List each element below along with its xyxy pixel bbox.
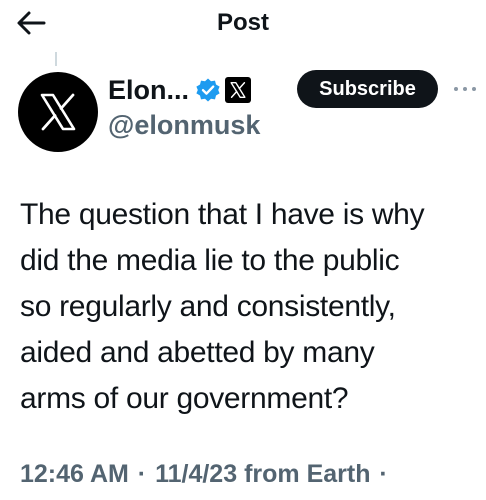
tweet-source: from Earth xyxy=(244,460,371,488)
subscribe-button[interactable]: Subscribe xyxy=(297,70,438,108)
avatar[interactable] xyxy=(18,72,98,152)
user-handle[interactable]: @elonmusk xyxy=(108,108,260,142)
page-title: Post xyxy=(216,9,269,36)
tweet-text-line: so regularly and consistently, xyxy=(20,290,396,323)
tweet-date[interactable]: 11/4/23 xyxy=(155,460,237,488)
author-name-row: Elon... xyxy=(108,72,251,108)
thread-connector-line xyxy=(55,52,57,66)
tweet-text-line: The question that I have is why xyxy=(20,198,425,231)
tweet-text-line: did the media lie to the public xyxy=(20,244,400,277)
affiliation-x-badge-icon[interactable] xyxy=(225,77,251,103)
display-name[interactable]: Elon... xyxy=(108,73,189,107)
tweet-text-line: arms of our government? xyxy=(20,382,349,415)
tweet-time[interactable]: 12:46 AM xyxy=(20,460,129,488)
verified-badge-icon[interactable] xyxy=(195,77,221,103)
tweet-text-line: aided and abetted by many xyxy=(20,336,375,369)
separator-dot: · xyxy=(379,460,388,488)
separator-dot: · xyxy=(137,460,147,488)
tweet-text: The question that I have is why did the … xyxy=(20,192,480,422)
x-logo-icon xyxy=(40,93,76,131)
top-bar: Post xyxy=(0,0,486,46)
tweet-metadata: 12:46 AM · 11/4/23 from Earth · xyxy=(20,454,390,494)
more-options-icon[interactable] xyxy=(450,74,480,104)
